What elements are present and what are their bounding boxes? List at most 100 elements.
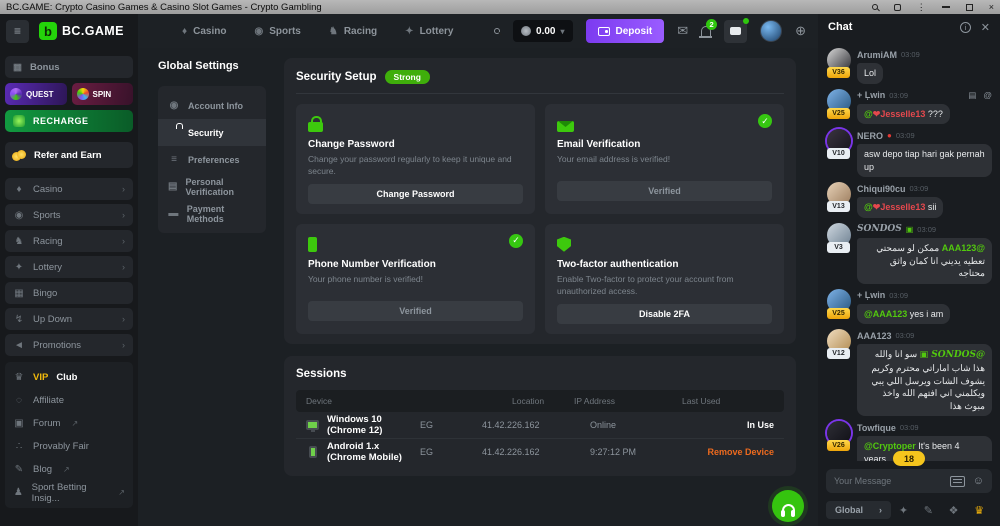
sidebar-item-up-down[interactable]: ↯ Up Down › (5, 308, 133, 330)
chat-username[interactable]: Towfique (857, 423, 896, 433)
phone-icon (308, 237, 317, 252)
spin-button[interactable]: SPIN (72, 83, 134, 105)
header-nav-casino[interactable]: ♦ Casino (182, 26, 226, 37)
mention[interactable]: @SONDOS ▣ (920, 350, 985, 360)
rain-icon[interactable]: ✦ (899, 504, 908, 517)
shield-icon (557, 237, 571, 252)
card-action-button[interactable]: Verified (308, 301, 523, 321)
gif-keyboard-icon[interactable] (950, 476, 965, 487)
sidebar-item-casino[interactable]: ♦ Casino › (5, 178, 133, 200)
mention[interactable]: @AAA123 (942, 243, 985, 253)
close-icon[interactable]: × (989, 3, 994, 12)
sidebar-link-club[interactable]: ♛ VIP Club ↗ (5, 366, 133, 389)
card-action-button[interactable]: Verified (557, 181, 772, 201)
tip-icon[interactable]: ▤ (968, 90, 976, 101)
card-action-button[interactable]: Change Password (308, 184, 523, 204)
trophy-icon[interactable]: ♛ (974, 504, 984, 517)
chat-username[interactable]: + Ļwin (857, 290, 885, 300)
settings-nav-payment-methods[interactable]: ▬ Payment Methods (158, 200, 266, 227)
emoji-icon[interactable]: ☺ (973, 476, 984, 487)
settings-nav-security[interactable]: Security (158, 119, 266, 146)
chat-username[interactable]: ArumiAM (857, 50, 897, 60)
message-input-wrap: ☺ (826, 469, 992, 493)
mention-icon[interactable]: @ (983, 90, 992, 101)
app-window: BC.GAME: Crypto Casino Games & Casino Sl… (0, 0, 1000, 526)
sidebar-link-label: Blog (33, 464, 52, 475)
session-location: EG (420, 420, 482, 430)
settings-nav-preferences[interactable]: ≡ Preferences (158, 146, 266, 173)
close-chat-icon[interactable]: ✕ (981, 21, 990, 34)
mention[interactable]: @AAA123 (864, 309, 907, 319)
mention[interactable]: ❤Jesselle13 (873, 109, 926, 119)
maximize-icon[interactable] (966, 4, 973, 11)
mail-icon[interactable]: ✉ (677, 23, 688, 39)
settings-nav-personal-verification[interactable]: ▤ Personal Verification (158, 173, 266, 200)
balance-selector[interactable]: 0.00 ▾ (513, 20, 572, 42)
mention[interactable]: ❤Jesselle13 (873, 202, 926, 212)
sidebar-link-sport-betting-insig-[interactable]: ♟ Sport Betting Insig... ↗ (5, 481, 133, 504)
deposit-button[interactable]: Deposit (586, 19, 665, 43)
sessions-table-header: DeviceLocationIP AddressLast Used (296, 390, 784, 412)
settings-nav-account-info[interactable]: ◉ Account Info (158, 92, 266, 119)
external-link-icon: ↗ (71, 419, 78, 428)
column-header-ip-address: IP Address (574, 396, 682, 406)
sidebar-link-forum[interactable]: ▣ Forum ↗ (5, 412, 133, 435)
sidebar-item-sports[interactable]: ◉ Sports › (5, 204, 133, 226)
minimize-icon[interactable] (942, 6, 950, 8)
settings-nav-label: Personal Verification (186, 177, 257, 197)
chat-username[interactable]: Chiqui90cu (857, 184, 906, 194)
mention[interactable]: @ (864, 109, 873, 119)
refer-and-earn-button[interactable]: Refer and Earn (5, 142, 133, 168)
recharge-button[interactable]: RECHARGE (5, 110, 133, 132)
sidebar-link-blog[interactable]: ✎ Blog ↗ (5, 458, 133, 481)
sidebar-item-lottery[interactable]: ✦ Lottery › (5, 256, 133, 278)
chat-timestamp: 03:09 (896, 331, 915, 340)
message-input[interactable] (834, 476, 942, 486)
desktop-icon (306, 420, 319, 430)
menu-kebab-icon[interactable]: ⋮ (917, 3, 926, 12)
sidebar-item-bonus[interactable]: ▦ Bonus (5, 56, 133, 78)
external-link-icon: ↗ (118, 488, 125, 497)
chevron-right-icon: › (122, 210, 125, 220)
sidebar-link-provably-fair[interactable]: ∴ Provably Fair ↗ (5, 435, 133, 458)
chat-toggle-button[interactable] (724, 20, 747, 43)
tab-icon[interactable] (894, 4, 901, 11)
chat-username[interactable]: SONDOS (857, 224, 902, 234)
wallet-icon (598, 27, 610, 36)
header-nav-racing[interactable]: ♞ Racing (329, 26, 377, 37)
sidebar-item-promotions[interactable]: ◄ Promotions › (5, 334, 133, 356)
user-avatar[interactable] (760, 20, 782, 42)
sidebar-link-accent: VIP (33, 372, 48, 383)
quest-button[interactable]: QUEST (5, 83, 67, 105)
search-icon[interactable] (494, 28, 500, 34)
info-icon[interactable]: i (960, 22, 971, 33)
bell-icon[interactable]: 2 (701, 26, 711, 36)
sidebar-item-bingo[interactable]: ▦ Bingo › (5, 282, 133, 304)
sidebar-item-racing[interactable]: ♞ Racing › (5, 230, 133, 252)
hamburger-menu-button[interactable]: ≡ (6, 20, 29, 43)
channel-selector[interactable]: Global › (826, 501, 891, 519)
mention[interactable]: @ (864, 202, 873, 212)
moderation-icon[interactable]: ❖ (949, 504, 959, 517)
message-text: Lol (864, 68, 876, 78)
support-button[interactable] (772, 490, 804, 522)
sessions-table-body: Windows 10 (Chrome 12) EG 41.42.226.162 … (296, 412, 784, 466)
mention[interactable]: @Cryptoper (864, 441, 916, 451)
chevron-right-icon: › (122, 340, 125, 350)
card-action-button[interactable]: Disable 2FA (557, 304, 772, 324)
chat-message-aaa123: V12 AAA123 03:09 ▤ @ @SONDOS ▣ سو انا وا… (826, 329, 992, 416)
session-action[interactable]: Remove Device (682, 447, 774, 457)
header-nav-sports[interactable]: ◉ Sports (254, 26, 300, 37)
header-nav-lottery[interactable]: ✦ Lottery (405, 26, 453, 37)
chat-username[interactable]: NERO (857, 131, 883, 141)
draw-icon[interactable]: ✎ (924, 504, 933, 517)
brand-logo[interactable]: b BC.GAME (39, 22, 124, 40)
chat-username[interactable]: + Ļwin (857, 90, 885, 100)
idcard-icon: ▤ (168, 181, 178, 192)
globe-icon[interactable]: ⊕ (795, 23, 806, 39)
sidebar-item-label: Lottery (33, 262, 62, 273)
unread-count-badge[interactable]: 18 (893, 451, 925, 466)
search-icon[interactable] (872, 4, 878, 10)
sidebar-link-affiliate[interactable]: ◌ Affiliate ↗ (5, 389, 133, 412)
chat-username[interactable]: AAA123 (857, 331, 892, 341)
